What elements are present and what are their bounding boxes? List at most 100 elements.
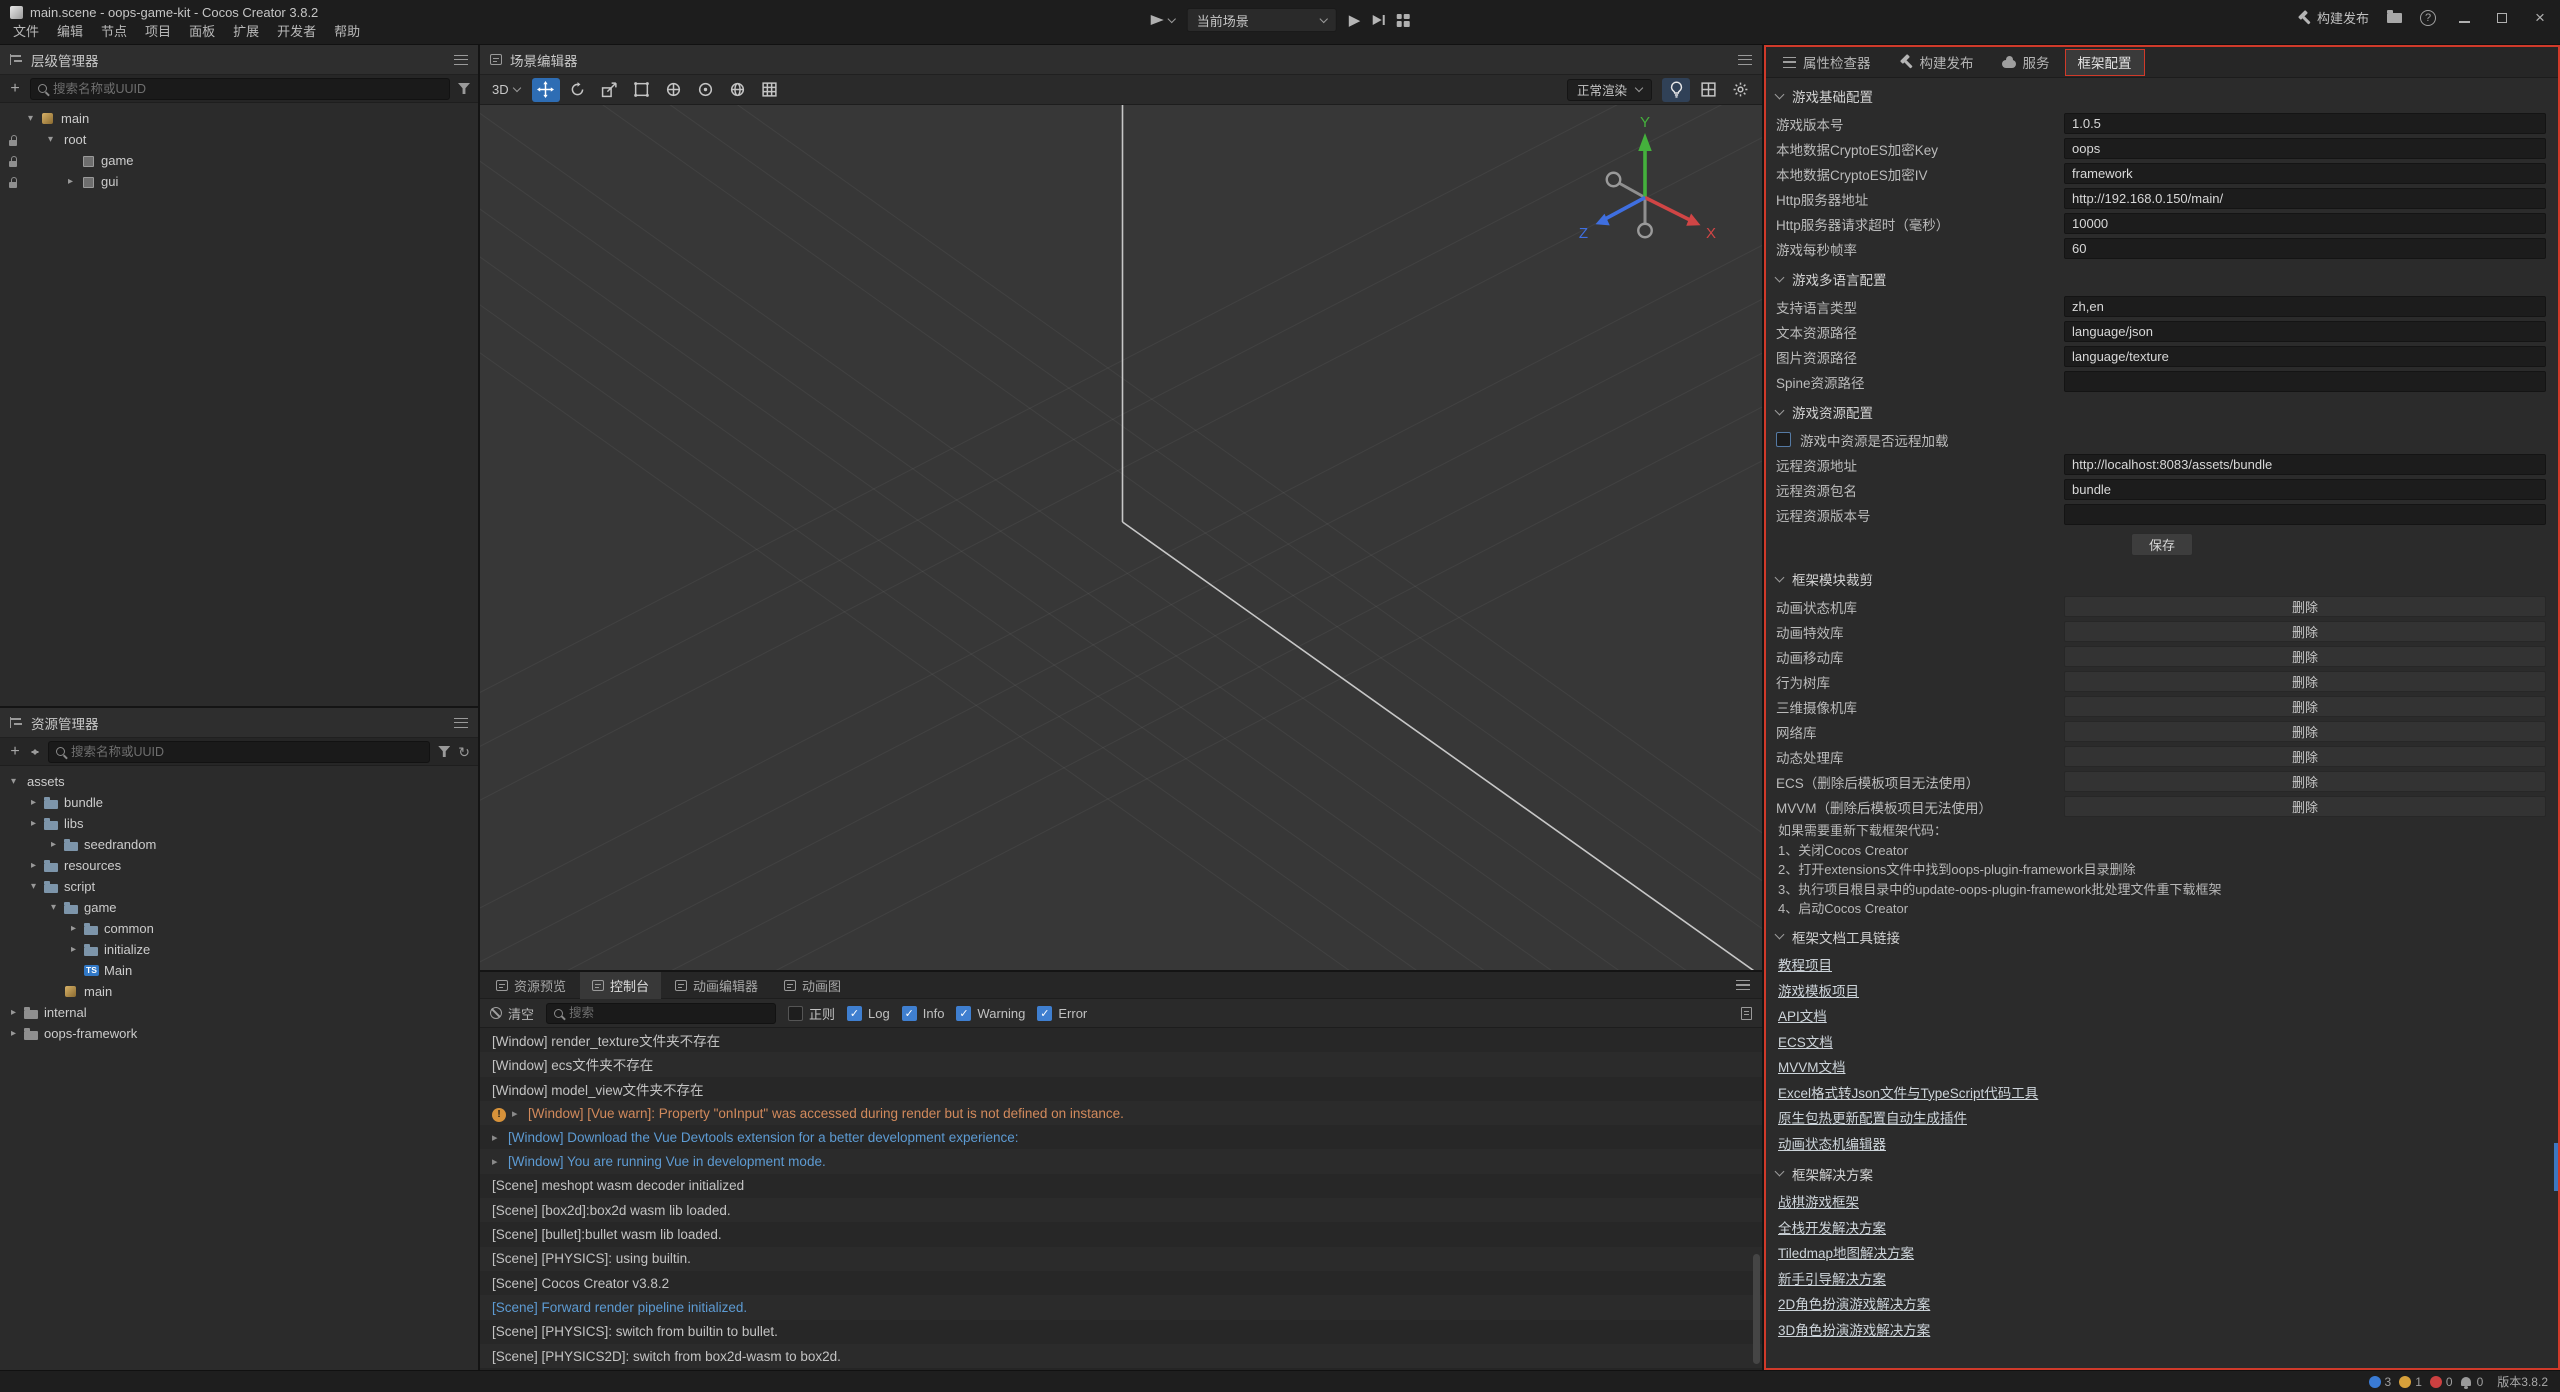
scene-lighting-toggle[interactable] [1662,78,1690,102]
error-count[interactable]: 0 [2430,1375,2453,1389]
scene-settings-gear-icon[interactable] [1726,78,1754,102]
play-button[interactable]: ▶ [1349,13,1361,28]
asset-node-row[interactable]: libs [0,813,478,834]
expand-arrow-icon[interactable] [5,1007,22,1018]
menu-item[interactable]: 面板 [180,18,224,43]
expand-arrow-icon[interactable] [42,134,59,145]
delete-module-button[interactable]: 删除 [2064,696,2546,717]
orientation-gizmo[interactable]: Y X Z [1570,115,1720,265]
solution-link[interactable]: 3D角色扮演游戏解决方案 [1778,1319,1930,1339]
tab-build-publish[interactable]: 构建发布 [1886,49,1987,76]
rect-tool-button[interactable] [628,78,656,102]
menu-item[interactable]: 文件 [4,18,48,43]
save-button[interactable]: 保存 [2131,533,2193,556]
lock-icon[interactable] [5,172,22,192]
log-level-filter[interactable]: Info [902,1006,945,1021]
log-level-filter[interactable]: Log [847,1006,890,1021]
asset-node-row[interactable]: game [0,897,478,918]
field-input[interactable]: http://localhost:8083/assets/bundle [2064,454,2546,475]
window-minimize-button[interactable] [2454,10,2474,26]
panel-menu-icon[interactable] [454,55,468,65]
transform-gizmo-button[interactable] [660,78,688,102]
warning-count[interactable]: 1 [2399,1375,2422,1389]
delete-module-button[interactable]: 删除 [2064,646,2546,667]
tab-console[interactable]: 控制台 [580,972,661,999]
delete-module-button[interactable]: 删除 [2064,746,2546,767]
preview-layout-button[interactable] [1396,14,1409,27]
console-log-row[interactable]: [Scene] [bullet]:bullet wasm lib loaded. [480,1222,1762,1246]
console-log-row[interactable]: [Scene] meshopt wasm decoder initialized [480,1174,1762,1198]
lock-icon[interactable] [5,130,22,150]
asset-node-row[interactable]: bundle [0,792,478,813]
menu-item[interactable]: 项目 [136,18,180,43]
asset-node-row[interactable]: main [0,981,478,1002]
message-count[interactable]: 0 [2461,1375,2484,1389]
menu-item[interactable]: 编辑 [48,18,92,43]
section-solutions[interactable]: 框架解决方案 [1766,1159,2558,1189]
checkbox-icon[interactable] [788,1006,803,1021]
field-input[interactable]: bundle [2064,479,2546,500]
hierarchy-node-row[interactable]: game [0,150,478,171]
create-asset-button[interactable]: + [8,744,22,760]
field-input[interactable] [2064,504,2546,525]
asset-node-row[interactable]: assets [0,771,478,792]
snap-settings-button[interactable] [756,78,784,102]
section-game-i18n-config[interactable]: 游戏多语言配置 [1766,264,2558,294]
window-maximize-button[interactable] [2492,10,2512,26]
filter-icon[interactable] [458,83,470,94]
refresh-icon[interactable]: ↻ [458,745,470,759]
menu-item[interactable]: 节点 [92,18,136,43]
expand-arrow-icon[interactable] [25,860,42,871]
info-count[interactable]: 3 [2369,1375,2392,1389]
console-log-row[interactable]: [Window] render_texture文件夹不存在 [480,1028,1762,1052]
log-expand-arrow-icon[interactable] [492,1131,508,1144]
coordinate-space-toggle-button[interactable] [724,78,752,102]
delete-module-button[interactable]: 删除 [2064,771,2546,792]
doc-link[interactable]: 教程项目 [1778,954,1832,974]
asset-node-row[interactable]: initialize [0,939,478,960]
hierarchy-searchbox[interactable] [30,78,450,100]
asset-node-row[interactable]: Main [0,960,478,981]
checkbox-icon[interactable] [1037,1006,1052,1021]
render-mode-select[interactable]: 正常渲染 [1567,79,1652,101]
rotate-tool-button[interactable] [564,78,592,102]
delete-module-button[interactable]: 删除 [2064,671,2546,692]
expand-arrow-icon[interactable] [22,113,39,124]
scale-tool-button[interactable] [596,78,624,102]
lock-icon[interactable] [5,151,22,171]
expand-arrow-icon[interactable] [25,881,42,892]
doc-link[interactable]: API文档 [1778,1005,1827,1025]
tab-services[interactable]: 服务 [1989,49,2063,76]
console-log-row[interactable]: [Scene] [box2d]:box2d wasm lib loaded. [480,1198,1762,1222]
field-input[interactable]: 10000 [2064,213,2546,234]
field-input[interactable]: 1.0.5 [2064,113,2546,134]
solution-link[interactable]: 全栈开发解决方案 [1778,1217,1886,1237]
regex-toggle[interactable]: 正则 [788,1004,835,1023]
field-input[interactable]: oops [2064,138,2546,159]
menu-item[interactable]: 扩展 [224,18,268,43]
doc-link[interactable]: ECS文档 [1778,1031,1833,1051]
solution-link[interactable]: Tiledmap地图解决方案 [1778,1242,1914,1262]
section-framework-modules[interactable]: 框架模块裁剪 [1766,564,2558,594]
expand-arrow-icon[interactable] [45,839,62,850]
doc-link[interactable]: 游戏模板项目 [1778,980,1859,1000]
delete-module-button[interactable]: 删除 [2064,621,2546,642]
expand-arrow-icon[interactable] [5,1028,22,1039]
asset-node-row[interactable]: internal [0,1002,478,1023]
field-input[interactable]: http://192.168.0.150/main/ [2064,188,2546,209]
log-level-filter[interactable]: Warning [956,1006,1025,1021]
hierarchy-node-row[interactable]: root [0,129,478,150]
asset-node-row[interactable]: oops-framework [0,1023,478,1044]
console-log-row[interactable]: [Scene] Cocos Creator v3.8.2 [480,1271,1762,1295]
sort-assets-icon[interactable] [30,745,40,759]
log-level-filter[interactable]: Error [1037,1006,1087,1021]
solution-link[interactable]: 战棋游戏框架 [1778,1191,1859,1211]
delete-module-button[interactable]: 删除 [2064,796,2546,817]
panel-menu-icon[interactable] [454,718,468,728]
console-log-row[interactable]: [Scene] [PHYSICS2D]: switch from box2d-w… [480,1344,1762,1368]
delete-module-button[interactable]: 删除 [2064,596,2546,617]
help-icon[interactable]: ? [2420,10,2436,26]
console-log-row[interactable]: [Window] ecs文件夹不存在 [480,1052,1762,1076]
assets-searchbox[interactable] [48,741,430,763]
panel-menu-icon[interactable] [1736,980,1750,990]
